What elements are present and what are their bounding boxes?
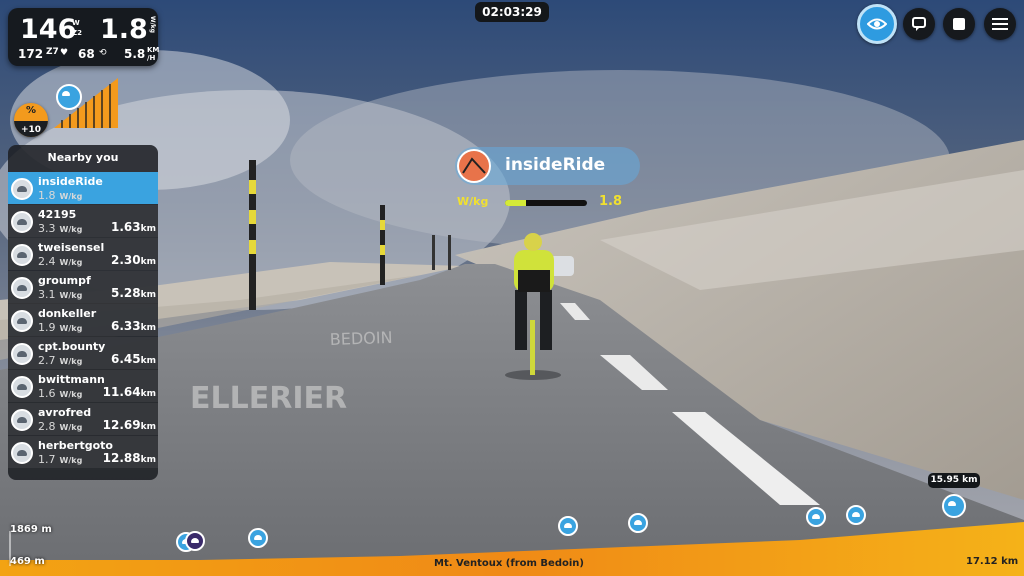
rider-distance: 2.30km: [111, 253, 156, 267]
rider-marker[interactable]: [558, 516, 578, 536]
rider-wkg: 3.3 W/kg: [38, 222, 83, 235]
rider-marker[interactable]: [248, 528, 268, 548]
rider-avatar: [11, 442, 33, 464]
rider-marker[interactable]: [806, 507, 826, 527]
power-unit: W: [72, 19, 80, 27]
menu-button[interactable]: [984, 8, 1016, 40]
cadence-icon: ⟲: [99, 48, 107, 58]
rider-wkg: 2.7 W/kg: [38, 354, 83, 367]
speed-value: 5.8: [124, 47, 146, 61]
rider-name: avrofred: [38, 406, 92, 419]
rider-distance: 6.45km: [111, 352, 156, 366]
nearby-rider-row[interactable]: tweisensel 2.4 W/kg 2.30km: [8, 238, 158, 270]
rider-distance: 6.33km: [111, 319, 156, 333]
rider-distance: 12.88km: [102, 451, 156, 465]
wkg-unit: W/kg: [149, 16, 156, 34]
chat-button[interactable]: [903, 8, 935, 40]
rider-wkg: 1.6 W/kg: [38, 387, 83, 400]
rider-wkg: 2.4 W/kg: [38, 255, 83, 268]
rider-avatar: [11, 244, 33, 266]
rider-name: cpt.bounty: [38, 340, 106, 353]
nearby-rider-row[interactable]: groumpf 3.1 W/kg 5.28km: [8, 271, 158, 303]
rider-name: groumpf: [38, 274, 91, 287]
rider-avatar: [11, 343, 33, 365]
elevation-max: 1869 m: [10, 524, 52, 535]
rider-wkg-fill: [505, 200, 526, 206]
rider-name: insideRide: [38, 175, 103, 188]
rider-marker[interactable]: [628, 513, 648, 533]
stop-icon: [953, 18, 965, 30]
rider-wkg-label: W/kg: [457, 195, 489, 208]
nearby-rider-row[interactable]: herbertgoto 1.7 W/kg 12.88km: [8, 436, 158, 468]
nearby-rider-row[interactable]: donkeller 1.9 W/kg 6.33km: [8, 304, 158, 336]
rider-avatar: [11, 409, 33, 431]
nearby-rider-row[interactable]: 42195 3.3 W/kg 1.63km: [8, 205, 158, 237]
route-total-distance: 17.12 km: [966, 556, 1019, 567]
rider-wkg: 1.9 W/kg: [38, 321, 83, 334]
rider-wkg-value: 1.8: [599, 194, 623, 209]
camera-view-button[interactable]: [857, 4, 897, 44]
rider-wkg: 1.7 W/kg: [38, 453, 83, 466]
svg-text:ELLERIER: ELLERIER: [190, 381, 347, 416]
rider-avatar: [11, 178, 33, 200]
rider-name: 42195: [38, 208, 77, 221]
nearby-rider-row[interactable]: insideRide 1.8 W/kg: [8, 172, 158, 204]
rider-wkg-track: [505, 200, 587, 206]
hamburger-icon: [992, 18, 1008, 30]
gradient-value: +10: [20, 125, 42, 135]
rider-name: donkeller: [38, 307, 97, 320]
nearby-panel: Nearby you insideRide 1.8 W/kg 42195 3.3 W/kg…: [8, 145, 158, 480]
rider-wkg-bar: W/kg 1.8: [457, 194, 632, 211]
rider-wkg: 2.8 W/kg: [38, 420, 83, 433]
rider-marker[interactable]: [846, 505, 866, 525]
speed-unit-top: KM: [147, 46, 160, 54]
rider-wkg: 1.8 W/kg: [38, 189, 83, 202]
heart-icon: ♥: [60, 48, 69, 58]
rider-name: tweisensel: [38, 241, 105, 254]
wkg-value: 1.8: [100, 14, 148, 45]
rider-tag: insideRide: [455, 147, 640, 185]
gradient-badge: % +10: [14, 103, 48, 137]
rider-distance: 5.28km: [111, 286, 156, 300]
rider-avatar: [11, 310, 33, 332]
rider-marker[interactable]: [185, 531, 205, 551]
rider-avatar: [11, 277, 33, 299]
route-name: Mt. Ventoux (from Bedoin): [434, 558, 584, 569]
rider-distance: 1.63km: [111, 220, 156, 234]
rider-tag-name: insideRide: [505, 155, 606, 175]
chat-icon: [912, 17, 926, 31]
svg-text:BEDOIN: BEDOIN: [329, 328, 392, 349]
rider-tag-avatar: [457, 149, 491, 183]
rider-name: bwittmann: [38, 373, 105, 386]
ride-timer: 02:03:29: [475, 2, 549, 22]
self-profile-marker[interactable]: [942, 494, 966, 518]
rider-distance: 11.64km: [102, 385, 156, 399]
rider-avatar: [11, 211, 33, 233]
eye-icon: [867, 18, 887, 30]
heart-rate-zone: Z7: [46, 47, 59, 57]
nearby-title: Nearby you: [47, 151, 119, 164]
power-zone: Z2: [72, 29, 82, 37]
self-position-marker: [56, 84, 82, 110]
gradient-symbol: %: [25, 105, 37, 116]
stats-panel: 146 W Z2 1.8 W/kg 172 Z7 ♥ 68 ⟲ 5.8 KM /…: [8, 8, 160, 66]
power-value: 146: [20, 14, 77, 45]
heart-rate-value: 172: [18, 47, 44, 61]
nearby-rider-row[interactable]: cpt.bounty 2.7 W/kg 6.45km: [8, 337, 158, 369]
rider-wkg: 3.1 W/kg: [38, 288, 83, 301]
elevation-min: 469 m: [10, 556, 45, 567]
rider-distance: 12.69km: [102, 418, 156, 432]
cadence-value: 68: [78, 47, 95, 61]
nearby-rider-row[interactable]: bwittmann 1.6 W/kg 11.64km: [8, 370, 158, 402]
nearby-rider-row[interactable]: avrofred 2.8 W/kg 12.69km: [8, 403, 158, 435]
stop-button[interactable]: [943, 8, 975, 40]
rider-avatar: [11, 376, 33, 398]
distance-badge: 15.95 km: [928, 473, 980, 488]
speed-unit-bottom: /H: [147, 54, 156, 62]
